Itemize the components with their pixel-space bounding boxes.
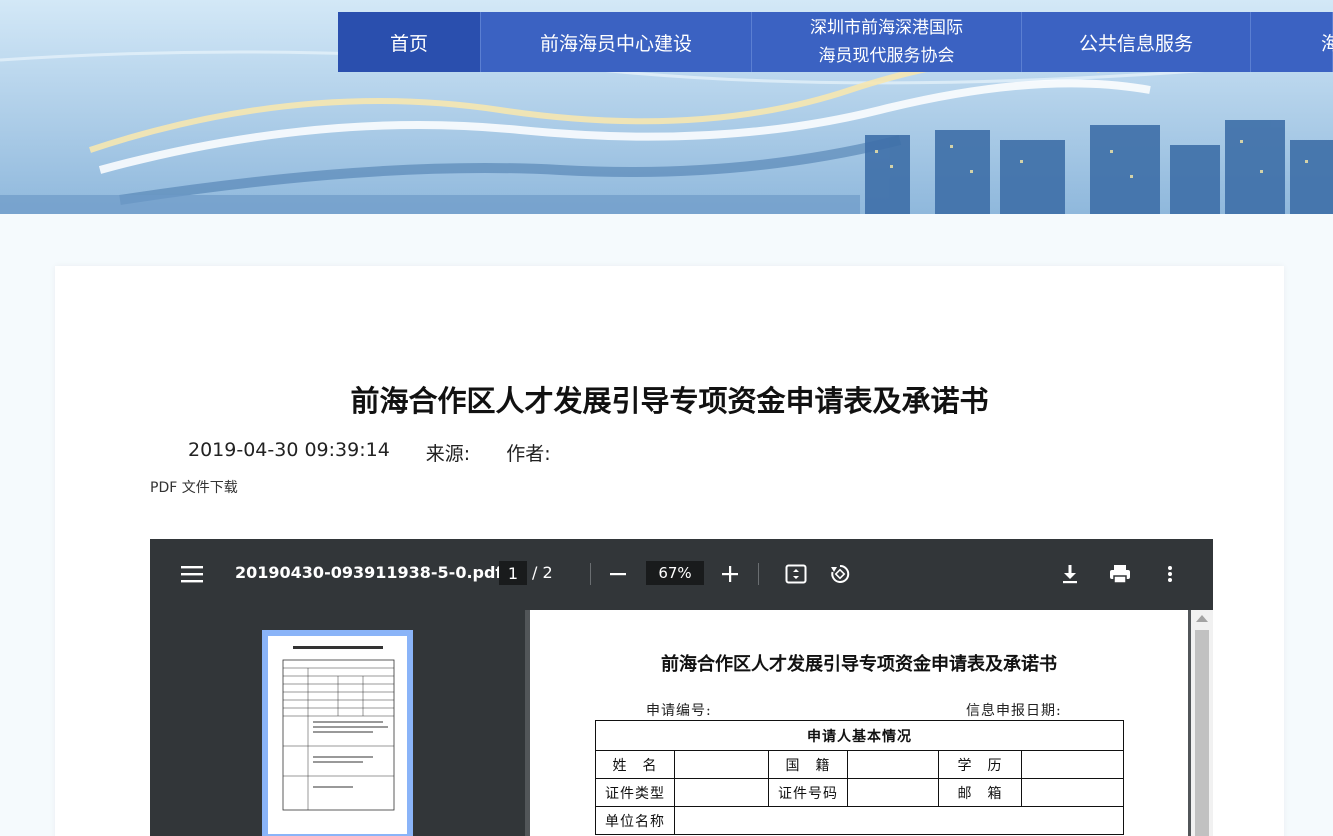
page-total: / 2 [532, 563, 553, 582]
thumbnail-page-illustration [282, 646, 395, 811]
table-row: 证件类型 证件号码 邮 箱 [595, 778, 1124, 807]
scroll-up-icon[interactable] [1196, 615, 1208, 622]
pdf-filename: 20190430-093911938-5-0.pdf [235, 563, 503, 582]
zoom-in-icon[interactable] [720, 563, 740, 585]
article-author: 作者: [506, 443, 551, 465]
nav-item-public-info[interactable]: 公共信息服务 [1022, 12, 1251, 72]
nav-item-association[interactable]: 深圳市前海深港国际 海员现代服务协会 [752, 12, 1022, 72]
pdf-page: 前海合作区人才发展引导专项资金申请表及承诺书 申请编号: 信息申报日期: 申请人… [530, 610, 1188, 836]
document-title: 前海合作区人才发展引导专项资金申请表及承诺书 [661, 654, 1057, 675]
nav-item-home[interactable]: 首页 [338, 12, 481, 72]
toolbar-divider [758, 563, 759, 585]
article-title: 前海合作区人才发展引导专项资金申请表及承诺书 [350, 384, 989, 418]
pdf-page-area: 前海合作区人才发展引导专项资金申请表及承诺书 申请编号: 信息申报日期: 申请人… [525, 610, 1213, 836]
print-icon[interactable] [1107, 562, 1133, 586]
article-meta: 2019-04-30 09:39:14 来源: 作者: [188, 439, 551, 466]
article-source: 来源: [425, 443, 471, 465]
download-icon[interactable] [1059, 562, 1081, 586]
page-number-input[interactable]: 1 [499, 561, 527, 585]
pdf-scrollbar[interactable] [1191, 610, 1213, 836]
application-no-label: 申请编号: [646, 703, 712, 719]
section-header: 申请人基本情况 [595, 720, 1124, 751]
report-date-label: 信息申报日期: [966, 703, 1062, 719]
fit-page-icon[interactable] [784, 563, 808, 585]
article-card: 前海合作区人才发展引导专项资金申请表及承诺书 2019-04-30 09:39:… [55, 266, 1284, 836]
table-row: 单位名称 [595, 806, 1124, 835]
nav-item-more[interactable]: 海 [1251, 12, 1333, 72]
nav-item-seafarer-center[interactable]: 前海海员中心建设 [481, 12, 752, 72]
more-icon[interactable] [1160, 563, 1180, 585]
article-date: 2019-04-30 09:39:14 [188, 439, 390, 461]
main-nav: 首页 前海海员中心建设 深圳市前海深港国际 海员现代服务协会 公共信息服务 海 [338, 12, 1333, 72]
thumbnail-sidebar [150, 610, 525, 836]
pdf-toolbar: 20190430-093911938-5-0.pdf 1 / 2 67% [150, 539, 1213, 610]
toolbar-divider [590, 563, 591, 585]
applicant-info-table: 申请人基本情况 姓 名 国 籍 学 历 证件类型 证件号码 邮 箱 单位名称 [595, 720, 1124, 835]
page-thumbnail[interactable] [262, 630, 413, 836]
table-row: 姓 名 国 籍 学 历 [595, 750, 1124, 779]
rotate-icon[interactable] [828, 562, 852, 586]
pdf-viewer: 20190430-093911938-5-0.pdf 1 / 2 67% 前海合… [150, 539, 1213, 836]
scrollbar-thumb[interactable] [1195, 630, 1209, 836]
zoom-out-icon[interactable] [608, 563, 628, 585]
menu-icon[interactable] [180, 564, 204, 584]
thumbnail-preview [268, 636, 407, 834]
pdf-download-link[interactable]: PDF 文件下载 [150, 477, 238, 497]
zoom-level-input[interactable]: 67% [646, 561, 704, 585]
